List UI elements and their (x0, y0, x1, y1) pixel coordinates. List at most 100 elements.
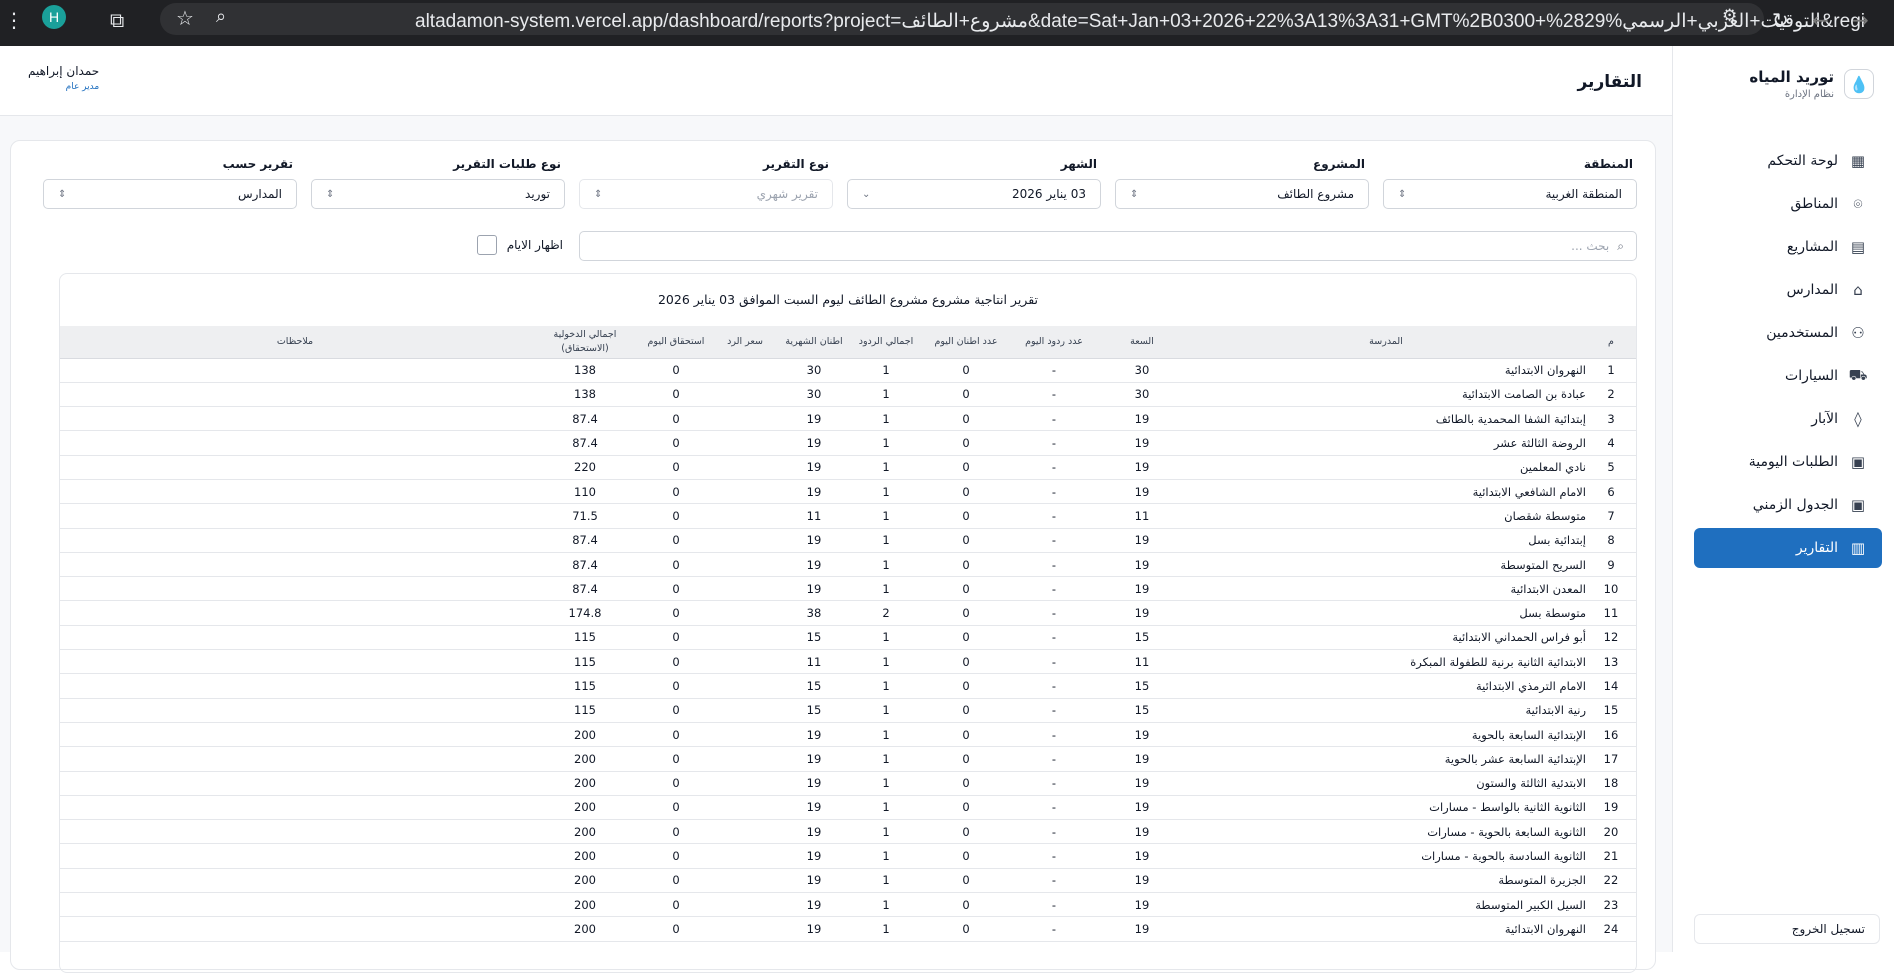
table-cell (60, 892, 530, 918)
table-row: 10 المعدن الابتدائية 19-0 1 19 0 87.4 (60, 576, 1636, 602)
address-bar[interactable]: ☆ ⌕ altadamon-system.vercel.app/dashboar… (160, 3, 1865, 35)
table-cell (712, 795, 778, 821)
search-input[interactable]: ⌕ بحث ... (579, 231, 1637, 261)
table-cell: 0 (640, 528, 712, 553)
table-row: 8 إبتدائية بسل 19-0 1 19 0 87.4 (60, 528, 1636, 553)
table-cell (712, 892, 778, 918)
table-cell: 15 (778, 673, 850, 699)
sidebar-item-vehicles[interactable]: ⛟ السيارات (1694, 356, 1882, 396)
sidebar-item-label: التقارير (1795, 540, 1838, 556)
table-cell: 15 (778, 625, 850, 651)
table-cell: 30 (778, 358, 850, 383)
project-select[interactable]: مشروع الطائف ⇕ (1115, 179, 1369, 209)
table-cell: 19 (778, 430, 850, 456)
chart-icon: ▥ (1850, 539, 1866, 557)
table-cell: 0 (640, 649, 712, 675)
table-cell (712, 552, 778, 578)
sidebar-item-wells[interactable]: ◊ الآبار (1694, 399, 1882, 439)
table-cell: الثانوية الثانية بالواسط - مسارات (1186, 795, 1586, 821)
table-cell: رنية الابتدائية (1186, 698, 1586, 723)
sidebar-item-users[interactable]: ⚇ المستخدمين (1694, 313, 1882, 353)
table-cell: الإبتدائية السابعة بالحوية (1186, 722, 1586, 748)
order-type-select[interactable]: توريد ⇕ (311, 179, 565, 209)
report-type-select[interactable]: تقرير شهري ⇕ (579, 179, 833, 209)
site-settings-icon[interactable]: ⚙ (1722, 6, 1737, 26)
table-cell: 3 (1586, 406, 1636, 432)
table-cell: 1 (850, 892, 922, 918)
project-filter: المشروع مشروع الطائف ⇕ (1115, 157, 1369, 209)
sidebar-item-schools[interactable]: ⌂ المدارس (1694, 270, 1882, 310)
table-cell: - (1010, 698, 1098, 723)
table-cell: 14 (1586, 673, 1636, 699)
report-by-select[interactable]: المدارس ⇕ (43, 179, 297, 209)
show-days-toggle[interactable]: اظهار الايام (476, 235, 563, 255)
table-cell: 4 (1586, 430, 1636, 456)
back-icon[interactable]: ← (1812, 8, 1829, 32)
table-cell (60, 698, 530, 723)
table-cell: 1 (850, 819, 922, 845)
logout-button[interactable]: تسجيل الخروج (1694, 914, 1880, 944)
table-cell: - (1010, 552, 1098, 578)
sidebar-item-schedule[interactable]: ▣ الجدول الزمني (1694, 485, 1882, 525)
chevron-updown-icon: ⇕ (58, 188, 67, 200)
table-cell: - (1010, 795, 1098, 821)
sidebar-item-label: المناطق (1790, 196, 1838, 212)
menu-dots-icon[interactable]: ⋮ (4, 8, 24, 32)
table-cell (712, 625, 778, 651)
url-text[interactable]: altadamon-system.vercel.app/dashboard/re… (415, 10, 1865, 33)
table-cell (712, 358, 778, 383)
table-cell (60, 673, 530, 699)
table-header-row: م المدرسة السعة عدد ردود اليوم عدد اطنان الي… (60, 326, 1636, 359)
table-cell: الروضة الثالثة عشر (1186, 430, 1586, 456)
table-cell: الثانوية السادسة بالحوية - مسارات (1186, 843, 1586, 869)
sidebar-item-reports[interactable]: ▥ التقارير (1694, 528, 1882, 568)
user-info[interactable]: حمدان إبراهيم مدير عام (28, 64, 99, 92)
table-cell: 11 (1586, 600, 1636, 626)
reload-icon[interactable]: ↻ (1772, 8, 1789, 32)
table-cell: 1 (850, 358, 922, 383)
sidebar: 💧 توريد المياه نظام الإدارة ▦ لوحة التحكم… (1672, 46, 1894, 952)
extensions-icon[interactable]: ⧉ (110, 8, 124, 32)
column-header: ملاحظات (60, 326, 530, 359)
table-cell: 23 (1586, 892, 1636, 918)
table-cell (712, 528, 778, 553)
table-cell: 0 (640, 795, 712, 821)
sidebar-item-projects[interactable]: ▤ المشاريع (1694, 227, 1882, 267)
sidebar-item-daily-orders[interactable]: ▣ الطلبات اليومية (1694, 442, 1882, 482)
month-picker[interactable]: 03 يناير 2026 ⌄ (847, 179, 1101, 209)
sidebar-item-regions[interactable]: ⌾ المناطق (1694, 184, 1882, 224)
table-cell: 19 (1098, 479, 1186, 505)
table-cell: 1 (1586, 358, 1636, 383)
user-name: حمدان إبراهيم (28, 64, 100, 78)
table-cell: 30 (778, 382, 850, 408)
table-cell: 115 (530, 625, 640, 651)
table-row: 17 الإبتدائية السابعة عشر بالحوية 19-0 1 19 0… (60, 746, 1636, 772)
table-cell (712, 649, 778, 675)
table-cell: 0 (922, 382, 1010, 408)
table-cell (712, 819, 778, 845)
table-cell: 10 (1586, 576, 1636, 602)
table-cell: 0 (640, 382, 712, 408)
table-cell: الامام الشافعي الابتدائية (1186, 479, 1586, 505)
table-cell: - (1010, 916, 1098, 942)
sidebar-nav: ▦ لوحة التحكم ⌾ المناطق ▤ المشاريع ⌂ المدارس… (1694, 141, 1882, 571)
region-select[interactable]: المنطقة الغربية ⇕ (1383, 179, 1637, 209)
show-days-checkbox[interactable] (476, 235, 497, 255)
region-filter-label: المنطقة (1583, 157, 1633, 171)
map-pin-icon: ⌾ (1853, 195, 1863, 213)
profile-avatar[interactable]: H (42, 5, 66, 29)
table-cell: 19 (1098, 843, 1186, 869)
forward-icon[interactable]: → (1852, 8, 1869, 32)
table-row: 23 السيل الكبير المتوسطة 19-0 1 19 0 200 (60, 892, 1636, 918)
table-cell: 19 (778, 406, 850, 432)
table-row: 2 عبادة بن الصامت الابتدائية 30-0 1 30 0 138 (60, 382, 1636, 408)
table-cell: 1 (850, 795, 922, 821)
table-cell: 0 (922, 479, 1010, 505)
table-cell: 0 (640, 576, 712, 602)
filters-row: المنطقة المنطقة الغربية ⇕ المشروع مشروع ا… (25, 157, 1637, 221)
table-cell (60, 503, 530, 529)
sidebar-item-dashboard[interactable]: ▦ لوحة التحكم (1694, 141, 1882, 181)
bookmark-star-icon[interactable]: ☆ (176, 6, 194, 30)
zoom-icon[interactable]: ⌕ (216, 6, 226, 27)
table-cell: 1 (850, 722, 922, 748)
